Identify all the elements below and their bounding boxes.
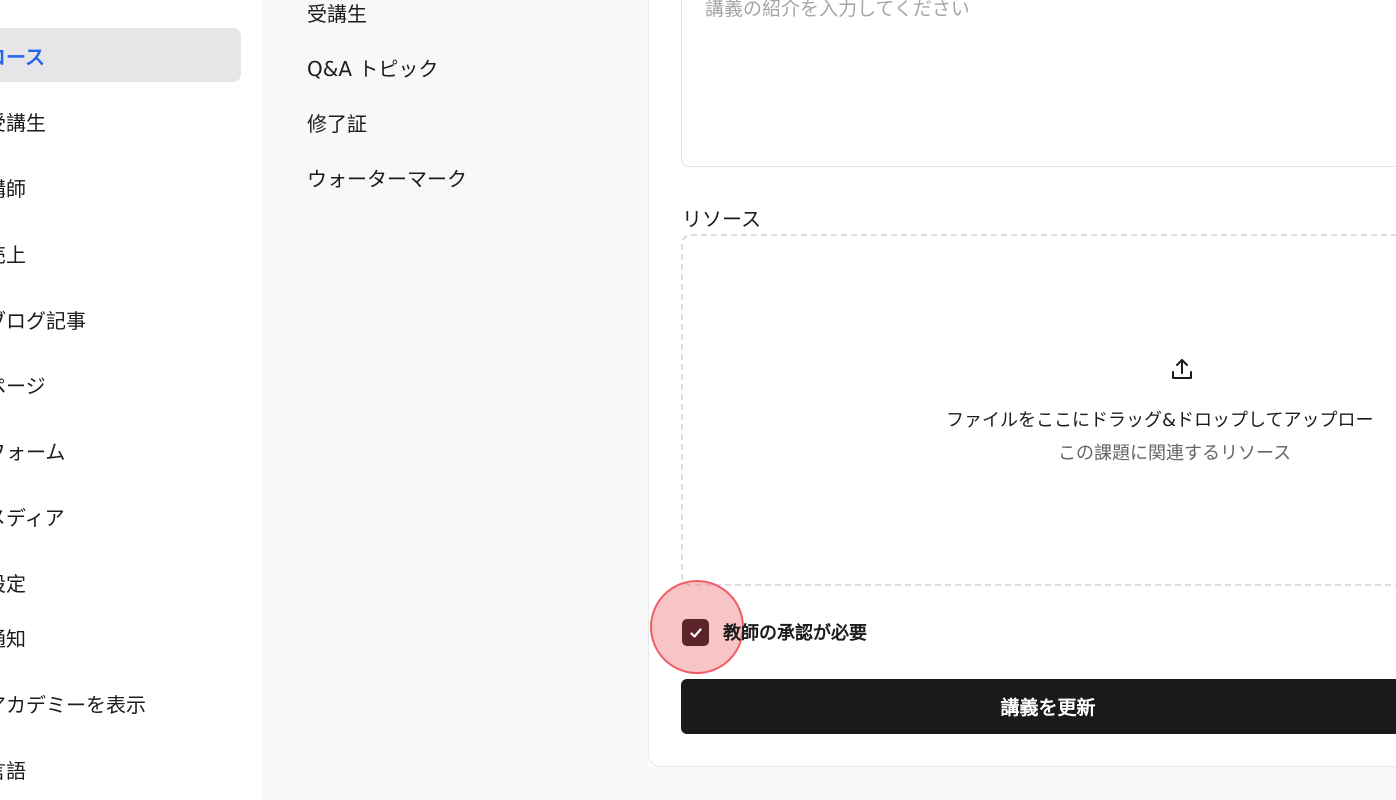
sidebar-item-label: 売上 [0, 242, 26, 267]
sidebar-item-label: コース [0, 44, 45, 69]
course-subnav: 受講生 Q&A トピック 修了証 ウォーターマーク [263, 0, 648, 800]
sidebar-item-label: アカデミーを表示 [0, 692, 146, 717]
upload-icon [1168, 356, 1196, 384]
update-lecture-button[interactable]: 講義を更新 [681, 679, 1396, 734]
sidebar-item-pages[interactable]: ページ [0, 357, 241, 411]
course-nav-qa-topics[interactable]: Q&A トピック [307, 53, 438, 82]
main-sidebar: コース 受講生 講師 売上 ブログ記事 ページ フォーム メディア 設定 通知 … [0, 0, 263, 800]
sidebar-item-view-academy[interactable]: アカデミーを表示 [0, 676, 241, 730]
sidebar-item-blog-posts[interactable]: ブログ記事 [0, 292, 241, 346]
sidebar-item-label: 受講生 [0, 110, 46, 135]
sidebar-item-settings[interactable]: 設定 [0, 555, 241, 609]
sidebar-item-courses[interactable]: コース [0, 28, 241, 82]
sidebar-item-media[interactable]: メディア [0, 489, 241, 543]
sidebar-item-label: ページ [0, 373, 46, 398]
resources-label: リソース [682, 207, 761, 231]
dropzone-hint: この課題に関連するリソース [1058, 443, 1292, 464]
sidebar-item-label: 設定 [0, 571, 26, 596]
page-background [648, 767, 1396, 800]
check-icon [689, 627, 702, 638]
sidebar-item-students[interactable]: 受講生 [0, 94, 241, 148]
sidebar-item-label: フォーム [0, 439, 66, 464]
sidebar-item-label: 講師 [0, 176, 26, 201]
sidebar-item-label: ブログ記事 [0, 308, 86, 333]
sidebar-item-label: 通知 [0, 626, 26, 651]
teacher-approval-checkbox[interactable] [682, 619, 709, 646]
course-nav-watermark[interactable]: ウォーターマーク [307, 163, 467, 192]
sidebar-item-label: メディア [0, 505, 65, 530]
sidebar-item-instructors[interactable]: 講師 [0, 160, 241, 214]
sidebar-item-language[interactable]: 言語 [0, 742, 241, 796]
sidebar-item-sales[interactable]: 売上 [0, 226, 241, 280]
teacher-approval-label[interactable]: 教師の承認が必要 [723, 619, 867, 645]
sidebar-item-label: 言語 [0, 758, 26, 783]
lecture-intro-textarea[interactable] [681, 0, 1396, 167]
lecture-intro-placeholder: 講義の紹介を入力してください [705, 0, 970, 20]
sidebar-item-forms[interactable]: フォーム [0, 423, 241, 477]
course-nav-students[interactable]: 受講生 [307, 0, 367, 27]
dropzone-instruction: ファイルをここにドラッグ&ドロップしてアップロー [946, 410, 1374, 431]
sidebar-item-notifications[interactable]: 通知 [0, 610, 241, 664]
update-lecture-label: 講義を更新 [1000, 697, 1096, 719]
course-nav-certificates[interactable]: 修了証 [307, 108, 367, 137]
